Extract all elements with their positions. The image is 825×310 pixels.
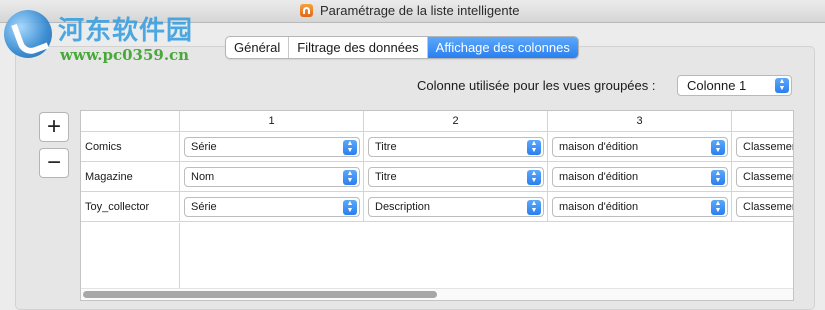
watermark-url: www.pc0359.cn <box>60 46 190 64</box>
select-value: Série <box>191 201 217 213</box>
table-cell: Classement <box>732 132 793 162</box>
chevron-updown-icon: ▲ ▼ <box>527 200 541 215</box>
table-corner-header <box>81 111 180 132</box>
select-value: Titre <box>375 141 397 153</box>
add-row-button[interactable]: + <box>39 112 69 142</box>
tab-general[interactable]: Général <box>226 37 290 58</box>
select-value: maison d'édition <box>559 171 639 183</box>
table-cell: Description ▲ ▼ <box>364 192 548 222</box>
select-value: Description <box>375 201 431 213</box>
table-cell: Nom ▲ ▼ <box>180 162 364 192</box>
row-label-magazine: Magazine <box>81 162 180 192</box>
column-select[interactable]: Série ▲ ▼ <box>184 197 360 217</box>
select-value: Classement <box>743 171 793 183</box>
grouped-column-select[interactable]: Colonne 1 ▲ ▼ <box>677 75 792 96</box>
column-select[interactable]: Titre ▲ ▼ <box>368 167 544 187</box>
select-value: Titre <box>375 171 397 183</box>
remove-row-button[interactable]: − <box>39 148 69 178</box>
watermark: 河东软件园 www.pc0359.cn <box>0 6 220 66</box>
select-value: Classement <box>743 141 793 153</box>
chevron-updown-icon: ▲ ▼ <box>711 170 725 185</box>
select-value: Série <box>191 141 217 153</box>
table-cell: Titre ▲ ▼ <box>364 132 548 162</box>
table-cell: Classement <box>732 162 793 192</box>
column-select[interactable]: Classement <box>736 137 793 157</box>
grouped-view-label: Colonne utilisée pour les vues groupées … <box>417 78 656 93</box>
select-value: maison d'édition <box>559 141 639 153</box>
column-header-1: 1 <box>180 111 364 132</box>
table-cell: Série ▲ ▼ <box>180 192 364 222</box>
column-select[interactable]: maison d'édition ▲ ▼ <box>552 167 728 187</box>
select-value: Nom <box>191 171 215 183</box>
table-cell: maison d'édition ▲ ▼ <box>548 162 732 192</box>
chevron-updown-icon: ▲ ▼ <box>527 170 541 185</box>
chevron-updown-icon: ▲ ▼ <box>775 78 789 93</box>
column-select[interactable]: Description ▲ ▼ <box>368 197 544 217</box>
horizontal-scrollbar[interactable] <box>81 288 793 300</box>
app-icon <box>300 4 313 17</box>
chevron-updown-icon: ▲ ▼ <box>343 140 357 155</box>
column-header-4 <box>732 111 793 132</box>
select-value: Classement <box>743 201 793 213</box>
chevron-updown-icon: ▲ ▼ <box>527 140 541 155</box>
chevron-updown-icon: ▲ ▼ <box>711 140 725 155</box>
table-cell: Titre ▲ ▼ <box>364 162 548 192</box>
chevron-updown-icon: ▲ ▼ <box>711 200 725 215</box>
chevron-updown-icon: ▲ ▼ <box>343 170 357 185</box>
chevron-updown-icon: ▲ ▼ <box>343 200 357 215</box>
column-header-3: 3 <box>548 111 732 132</box>
scrollbar-thumb[interactable] <box>83 291 437 298</box>
column-select[interactable]: maison d'édition ▲ ▼ <box>552 137 728 157</box>
column-select[interactable]: Série ▲ ▼ <box>184 137 360 157</box>
tab-column-display[interactable]: Affichage des colonnes <box>427 37 578 58</box>
tab-data-filtering[interactable]: Filtrage des données <box>289 37 428 58</box>
watermark-logo-icon <box>4 10 52 58</box>
column-select[interactable]: Classement <box>736 167 793 187</box>
table-cell: Classement <box>732 192 793 222</box>
select-value: maison d'édition <box>559 201 639 213</box>
column-header-2: 2 <box>364 111 548 132</box>
table-cell: Série ▲ ▼ <box>180 132 364 162</box>
window-title: Paramétrage de la liste intelligente <box>320 3 520 18</box>
row-label-comics: Comics <box>81 132 180 162</box>
row-label-toy-collector: Toy_collector <box>81 192 180 222</box>
grouped-column-value: Colonne 1 <box>687 78 747 93</box>
column-select[interactable]: Titre ▲ ▼ <box>368 137 544 157</box>
column-select[interactable]: Nom ▲ ▼ <box>184 167 360 187</box>
tab-bar: Général Filtrage des données Affichage d… <box>225 36 579 59</box>
table-cell: maison d'édition ▲ ▼ <box>548 192 732 222</box>
column-select[interactable]: maison d'édition ▲ ▼ <box>552 197 728 217</box>
watermark-text: 河东软件园 <box>58 16 194 46</box>
table-cell: maison d'édition ▲ ▼ <box>548 132 732 162</box>
column-mapping-table: 1 2 3 Comics Série ▲ ▼ Titre ▲ ▼ maison d'éd… <box>80 110 794 301</box>
column-select[interactable]: Classement <box>736 197 793 217</box>
